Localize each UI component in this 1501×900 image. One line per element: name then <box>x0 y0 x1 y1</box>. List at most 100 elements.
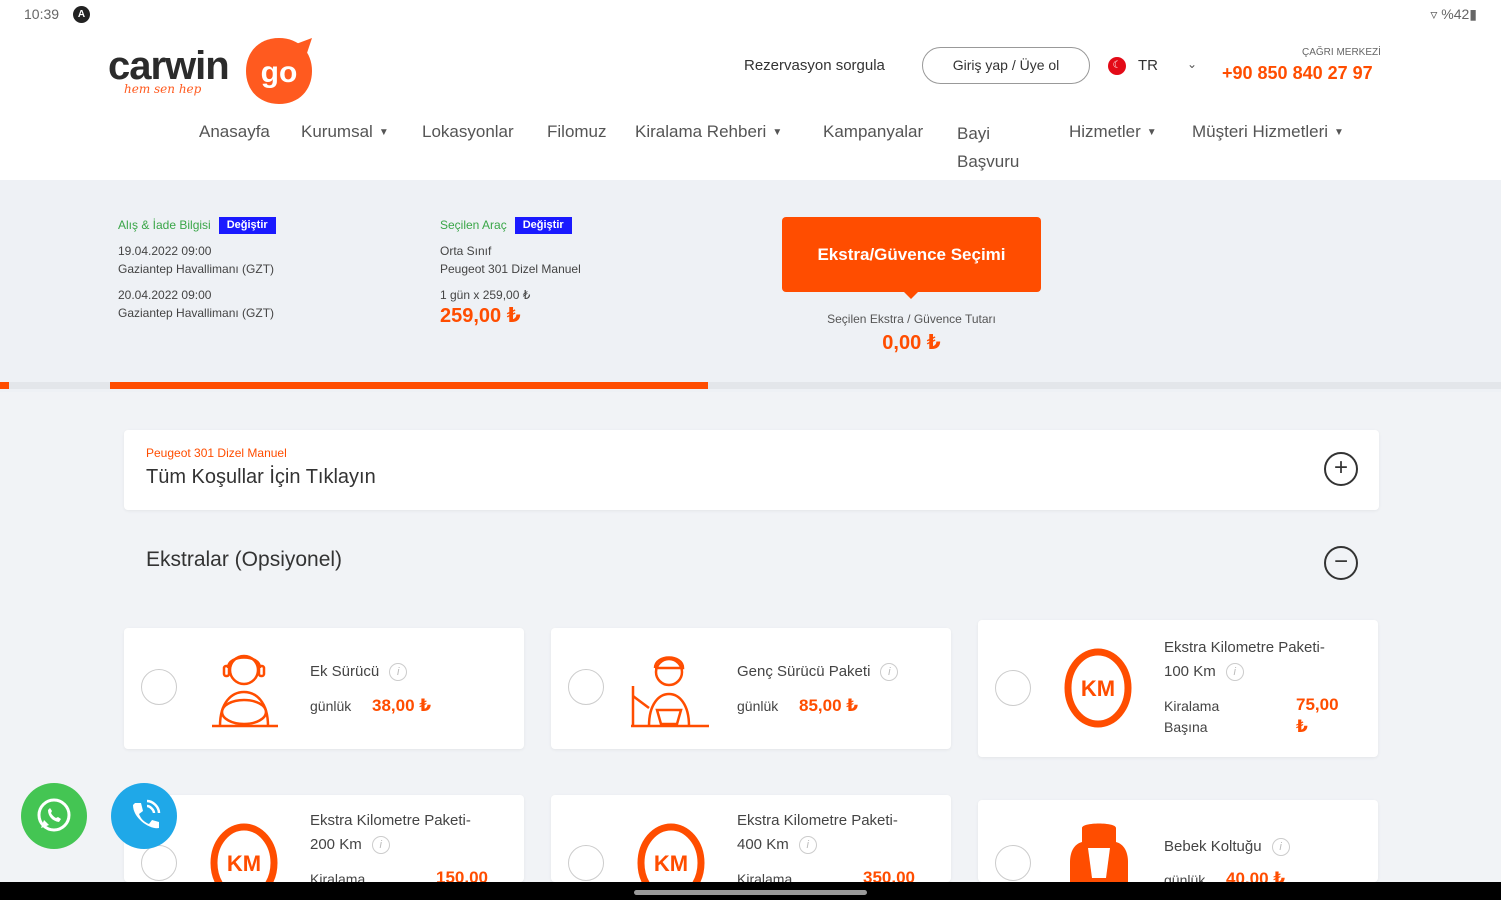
change-pickup-button[interactable]: Değiştir <box>218 217 276 235</box>
extra-name: Ekstra Kilometre Paketi- 400 Km i <box>737 809 898 857</box>
conditions-card[interactable]: Peugeot 301 Dizel Manuel Tüm Koşullar İç… <box>124 430 1379 510</box>
driver-icon <box>212 654 278 728</box>
nav-item-lokasyonlar[interactable]: Lokasyonlar <box>422 122 514 142</box>
logo-go-badge: go <box>246 38 312 104</box>
expand-plus-icon[interactable]: + <box>1324 452 1358 486</box>
logo-go-text: go <box>261 56 298 89</box>
notification-icon: A <box>73 6 90 23</box>
reservation-summary: Alış & İade Bilgisi Değiştir 19.04.2022 0… <box>0 180 1501 392</box>
info-icon[interactable]: i <box>1271 838 1290 857</box>
nav-item-label: Kampanyalar <box>823 122 924 141</box>
extra-name-line2: 200 Km <box>310 836 362 853</box>
call-center-phone[interactable]: +90 850 840 27 97 <box>1222 63 1373 84</box>
svg-text:KM: KM <box>654 851 688 876</box>
nav-item-label: Bayi <box>957 124 991 143</box>
info-icon[interactable]: i <box>389 663 408 682</box>
vehicle-days-price: 1 gün x 259,00 ₺ <box>440 288 531 303</box>
extra-name: Ekstra Kilometre Paketi- 100 Km i <box>1164 636 1325 684</box>
pickup-place: Gaziantep Havallimanı (GZT) <box>118 262 275 277</box>
extra-radio[interactable] <box>995 845 1031 881</box>
extra-radio[interactable] <box>995 670 1031 706</box>
nav-item-hizmetler[interactable]: Hizmetler ▼ <box>1069 122 1157 142</box>
vehicle-model: Peugeot 301 Dizel Manuel <box>440 262 581 277</box>
extra-name-text: Genç Sürücü Paketi <box>737 663 871 680</box>
login-register-button[interactable]: Giriş yap / Üye ol <box>922 47 1090 84</box>
whatsapp-button[interactable] <box>21 783 87 849</box>
step-progress-start <box>0 382 9 389</box>
status-bar: 10:39 A ▿ %42▮ <box>0 0 1501 30</box>
extra-radio[interactable] <box>568 669 604 705</box>
selected-vehicle-info: Seçilen Araç Değiştir Orta Sınıf Peugeot … <box>440 216 581 328</box>
extra-radio[interactable] <box>141 669 177 705</box>
conditions-vehicle: Peugeot 301 Dizel Manuel <box>146 446 287 460</box>
reservation-query-link[interactable]: Rezervasyon sorgula <box>744 57 885 74</box>
step-button-label: Ekstra/Güvence Seçimi <box>817 244 1006 264</box>
extra-unit-line2: Başına <box>1164 719 1208 735</box>
phone-call-icon <box>133 799 161 829</box>
logo-tagline: hem sen hep <box>124 82 202 96</box>
carwingo-logo[interactable]: carwin go hem sen hep <box>108 34 318 106</box>
nav-item-kampanyalar[interactable]: Kampanyalar <box>823 122 923 142</box>
extra-card-km-200[interactable]: KM Ekstra Kilometre Paketi- 200 Km i Kiral… <box>124 795 524 882</box>
extra-card-km-100[interactable]: KM Ekstra Kilometre Paketi- 100 Km i Kiral… <box>978 620 1378 757</box>
extra-unit: günlük <box>310 698 352 714</box>
extra-unit: Kiralama <box>310 871 366 882</box>
conditions-title: Tüm Koşullar İçin Tıklayın <box>146 466 376 488</box>
extra-total-label: Seçilen Ekstra / Güvence Tutarı <box>827 312 996 326</box>
battery-status: ▿ %42▮ <box>1430 6 1477 22</box>
collapse-minus-icon[interactable]: − <box>1324 546 1358 580</box>
info-icon[interactable]: i <box>880 663 899 682</box>
return-date: 20.04.2022 09:00 <box>118 288 212 303</box>
extra-price: 38,00 ₺ <box>372 696 432 715</box>
extra-insurance-step-button[interactable]: Ekstra/Güvence Seçimi <box>782 217 1041 299</box>
extra-unit: günlük <box>1164 872 1206 882</box>
extra-name-text: Ek Sürücü <box>310 663 380 680</box>
nav-item-anasayfa[interactable]: Anasayfa <box>199 122 270 142</box>
extra-price: 150,00 <box>436 868 488 882</box>
extra-unit: Kiralama Başına <box>1164 696 1219 738</box>
extra-price: 75,00 ₺ <box>1296 694 1339 738</box>
vehicle-total-price: 259,00 ₺ <box>440 305 521 328</box>
home-gesture-handle[interactable] <box>634 890 867 895</box>
extras-section-title: Ekstralar (Opsiyonel) <box>146 548 343 571</box>
call-center-label: ÇAĞRI MERKEZİ <box>1302 47 1381 58</box>
extra-unit-line1: Kiralama <box>1164 698 1220 714</box>
extra-radio[interactable] <box>568 845 604 881</box>
extra-unit: günlük <box>737 698 779 714</box>
extra-price: 40,00 ₺ <box>1226 869 1286 882</box>
language-code: TR <box>1138 57 1158 74</box>
language-selector[interactable]: ☾ TR <box>1108 57 1158 76</box>
young-driver-icon <box>631 656 709 728</box>
whatsapp-icon <box>37 798 71 832</box>
extra-card-km-400[interactable]: KM Ekstra Kilometre Paketi- 400 Km i Kiral… <box>551 795 951 882</box>
info-icon[interactable]: i <box>371 836 390 855</box>
change-vehicle-button[interactable]: Değiştir <box>514 217 572 235</box>
extra-price: 85,00 ₺ <box>799 696 859 715</box>
caret-down-icon: ▼ <box>378 127 389 139</box>
extra-name-line2: 100 Km <box>1164 663 1216 680</box>
nav-item-musteri-hizmetleri[interactable]: Müşteri Hizmetleri ▼ <box>1192 122 1344 142</box>
chevron-down-icon[interactable]: ⌄ <box>1187 57 1197 71</box>
extra-card-genc-surucu[interactable]: Genç Sürücü Paketi i günlük 85,00 ₺ <box>551 628 951 749</box>
nav-item-label: Müşteri Hizmetleri <box>1192 122 1329 141</box>
km-icon: KM <box>1064 648 1132 728</box>
extra-name: Bebek Koltuğu i <box>1164 835 1290 859</box>
nav-item-filomuz[interactable]: Filomuz <box>547 122 607 142</box>
extra-radio[interactable] <box>141 845 177 881</box>
nav-item-bayi-basvuru[interactable]: Bayi Başvuru <box>957 120 1019 176</box>
pickup-return-info: Alış & İade Bilgisi Değiştir 19.04.2022 0… <box>118 216 276 322</box>
info-icon[interactable]: i <box>798 836 817 855</box>
extra-price: 350,00 <box>863 868 915 882</box>
extra-card-bebek-koltugu[interactable]: Bebek Koltuğu i günlük 40,00 ₺ <box>978 800 1378 882</box>
pickup-return-title: Alış & İade Bilgisi <box>118 218 211 232</box>
nav-item-kurumsal[interactable]: Kurumsal ▼ <box>301 122 389 142</box>
main-nav: Anasayfa Kurumsal ▼ Lokasyonlar Filomuz K… <box>0 122 1501 172</box>
extra-card-ek-surucu[interactable]: Ek Sürücü i günlük 38,00 ₺ <box>124 628 524 749</box>
caret-down-icon: ▼ <box>772 127 783 139</box>
nav-item-kiralama-rehberi[interactable]: Kiralama Rehberi ▼ <box>635 122 782 142</box>
info-icon[interactable]: i <box>1225 663 1244 682</box>
vehicle-class: Orta Sınıf <box>440 244 492 259</box>
call-button[interactable] <box>111 783 177 849</box>
km-icon: KM <box>210 823 278 882</box>
extra-total-amount: 0,00 ₺ <box>882 332 941 354</box>
